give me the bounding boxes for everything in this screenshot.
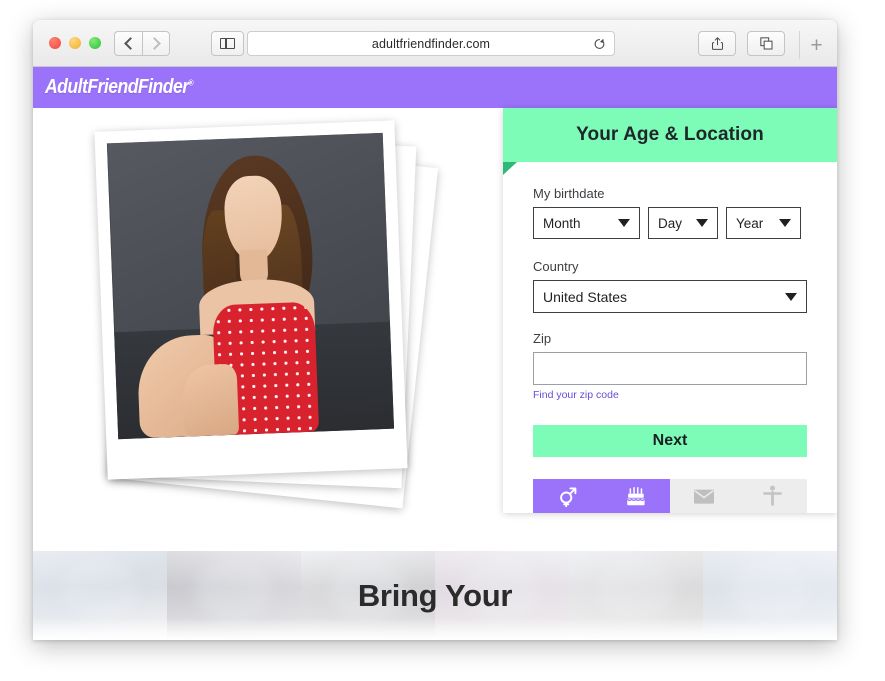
signup-progress-steps (533, 479, 807, 513)
new-tab-button[interactable]: + (799, 31, 833, 59)
back-button[interactable] (114, 31, 142, 56)
month-select[interactable]: Month (533, 207, 640, 239)
chevron-right-icon (148, 37, 161, 50)
close-window-button[interactable] (49, 37, 61, 49)
ribbon-fold-decoration (503, 162, 517, 175)
day-select[interactable]: Day (648, 207, 718, 239)
banner-heading: Bring Your (357, 577, 513, 613)
address-bar[interactable]: adultfriendfinder.com (247, 31, 615, 56)
next-button[interactable]: Next (533, 425, 807, 457)
step-appearance[interactable] (739, 479, 808, 513)
browser-window: adultfriendfinder.com + AdultFriendFinde… (33, 20, 837, 640)
step-gender[interactable] (533, 479, 602, 513)
tabs-icon (759, 37, 772, 50)
hero-section: Your Age & Location My birthdate Month D… (33, 108, 837, 551)
zip-input[interactable] (533, 352, 807, 385)
window-controls (49, 37, 101, 49)
day-select-value: Day (658, 215, 683, 231)
chevron-down-icon (696, 219, 708, 227)
photo-stack (81, 120, 451, 522)
browser-toolbar: adultfriendfinder.com + (33, 20, 837, 67)
birthdate-label: My birthdate (533, 186, 605, 201)
sidebar-toggle-button[interactable] (211, 31, 244, 56)
year-select[interactable]: Year (726, 207, 801, 239)
chevron-left-icon (123, 37, 137, 50)
signup-panel: Your Age & Location My birthdate Month D… (503, 108, 837, 513)
panel-body: My birthdate Month Day Year Country Unit… (503, 162, 837, 513)
maximize-window-button[interactable] (89, 37, 101, 49)
web-page: AdultFriendFinder® Your Age & Location M… (33, 67, 837, 640)
step-age[interactable] (601, 479, 670, 513)
panel-title: Your Age & Location (576, 124, 764, 145)
body-type-icon (763, 485, 783, 506)
month-select-value: Month (543, 215, 581, 231)
minimize-window-button[interactable] (69, 37, 81, 49)
sidebar-icon (220, 38, 235, 49)
banner-fade (33, 618, 837, 640)
step-email[interactable] (670, 479, 739, 513)
site-logo[interactable]: AdultFriendFinder® (45, 76, 194, 99)
country-select[interactable]: United States (533, 280, 807, 313)
share-icon (711, 37, 723, 50)
member-photo (106, 132, 395, 440)
site-header: AdultFriendFinder® (33, 67, 837, 108)
envelope-icon (694, 489, 715, 504)
tab-overview-button[interactable] (747, 31, 785, 56)
country-select-value: United States (543, 288, 628, 305)
country-label: Country (533, 259, 579, 274)
panel-header: Your Age & Location (503, 108, 837, 175)
screenshot-root: adultfriendfinder.com + AdultFriendFinde… (0, 0, 885, 681)
forward-button[interactable] (142, 31, 170, 56)
chevron-down-icon (785, 292, 797, 301)
birthday-cake-icon (626, 486, 645, 505)
gender-icon (559, 486, 577, 507)
country-field-group: Country United States (533, 259, 807, 313)
polaroid-front (94, 120, 408, 480)
share-button[interactable] (698, 31, 736, 56)
zip-label: Zip (533, 331, 552, 346)
url-text: adultfriendfinder.com (371, 36, 491, 51)
promo-banner: Bring Your (33, 551, 837, 640)
reload-icon[interactable] (593, 37, 606, 50)
zip-field-group: Zip Find your zip code (533, 331, 807, 403)
logo-text: AdultFriendFinder (45, 76, 189, 98)
logo-registered-mark: ® (188, 78, 194, 88)
chevron-down-icon (618, 219, 630, 227)
chevron-down-icon (779, 219, 791, 227)
birthdate-field-group: Month Day Year (533, 207, 807, 239)
find-zip-code-link[interactable]: Find your zip code (533, 389, 619, 401)
year-select-value: Year (736, 215, 764, 231)
navigation-buttons (114, 31, 170, 56)
toolbar-actions (698, 31, 785, 56)
